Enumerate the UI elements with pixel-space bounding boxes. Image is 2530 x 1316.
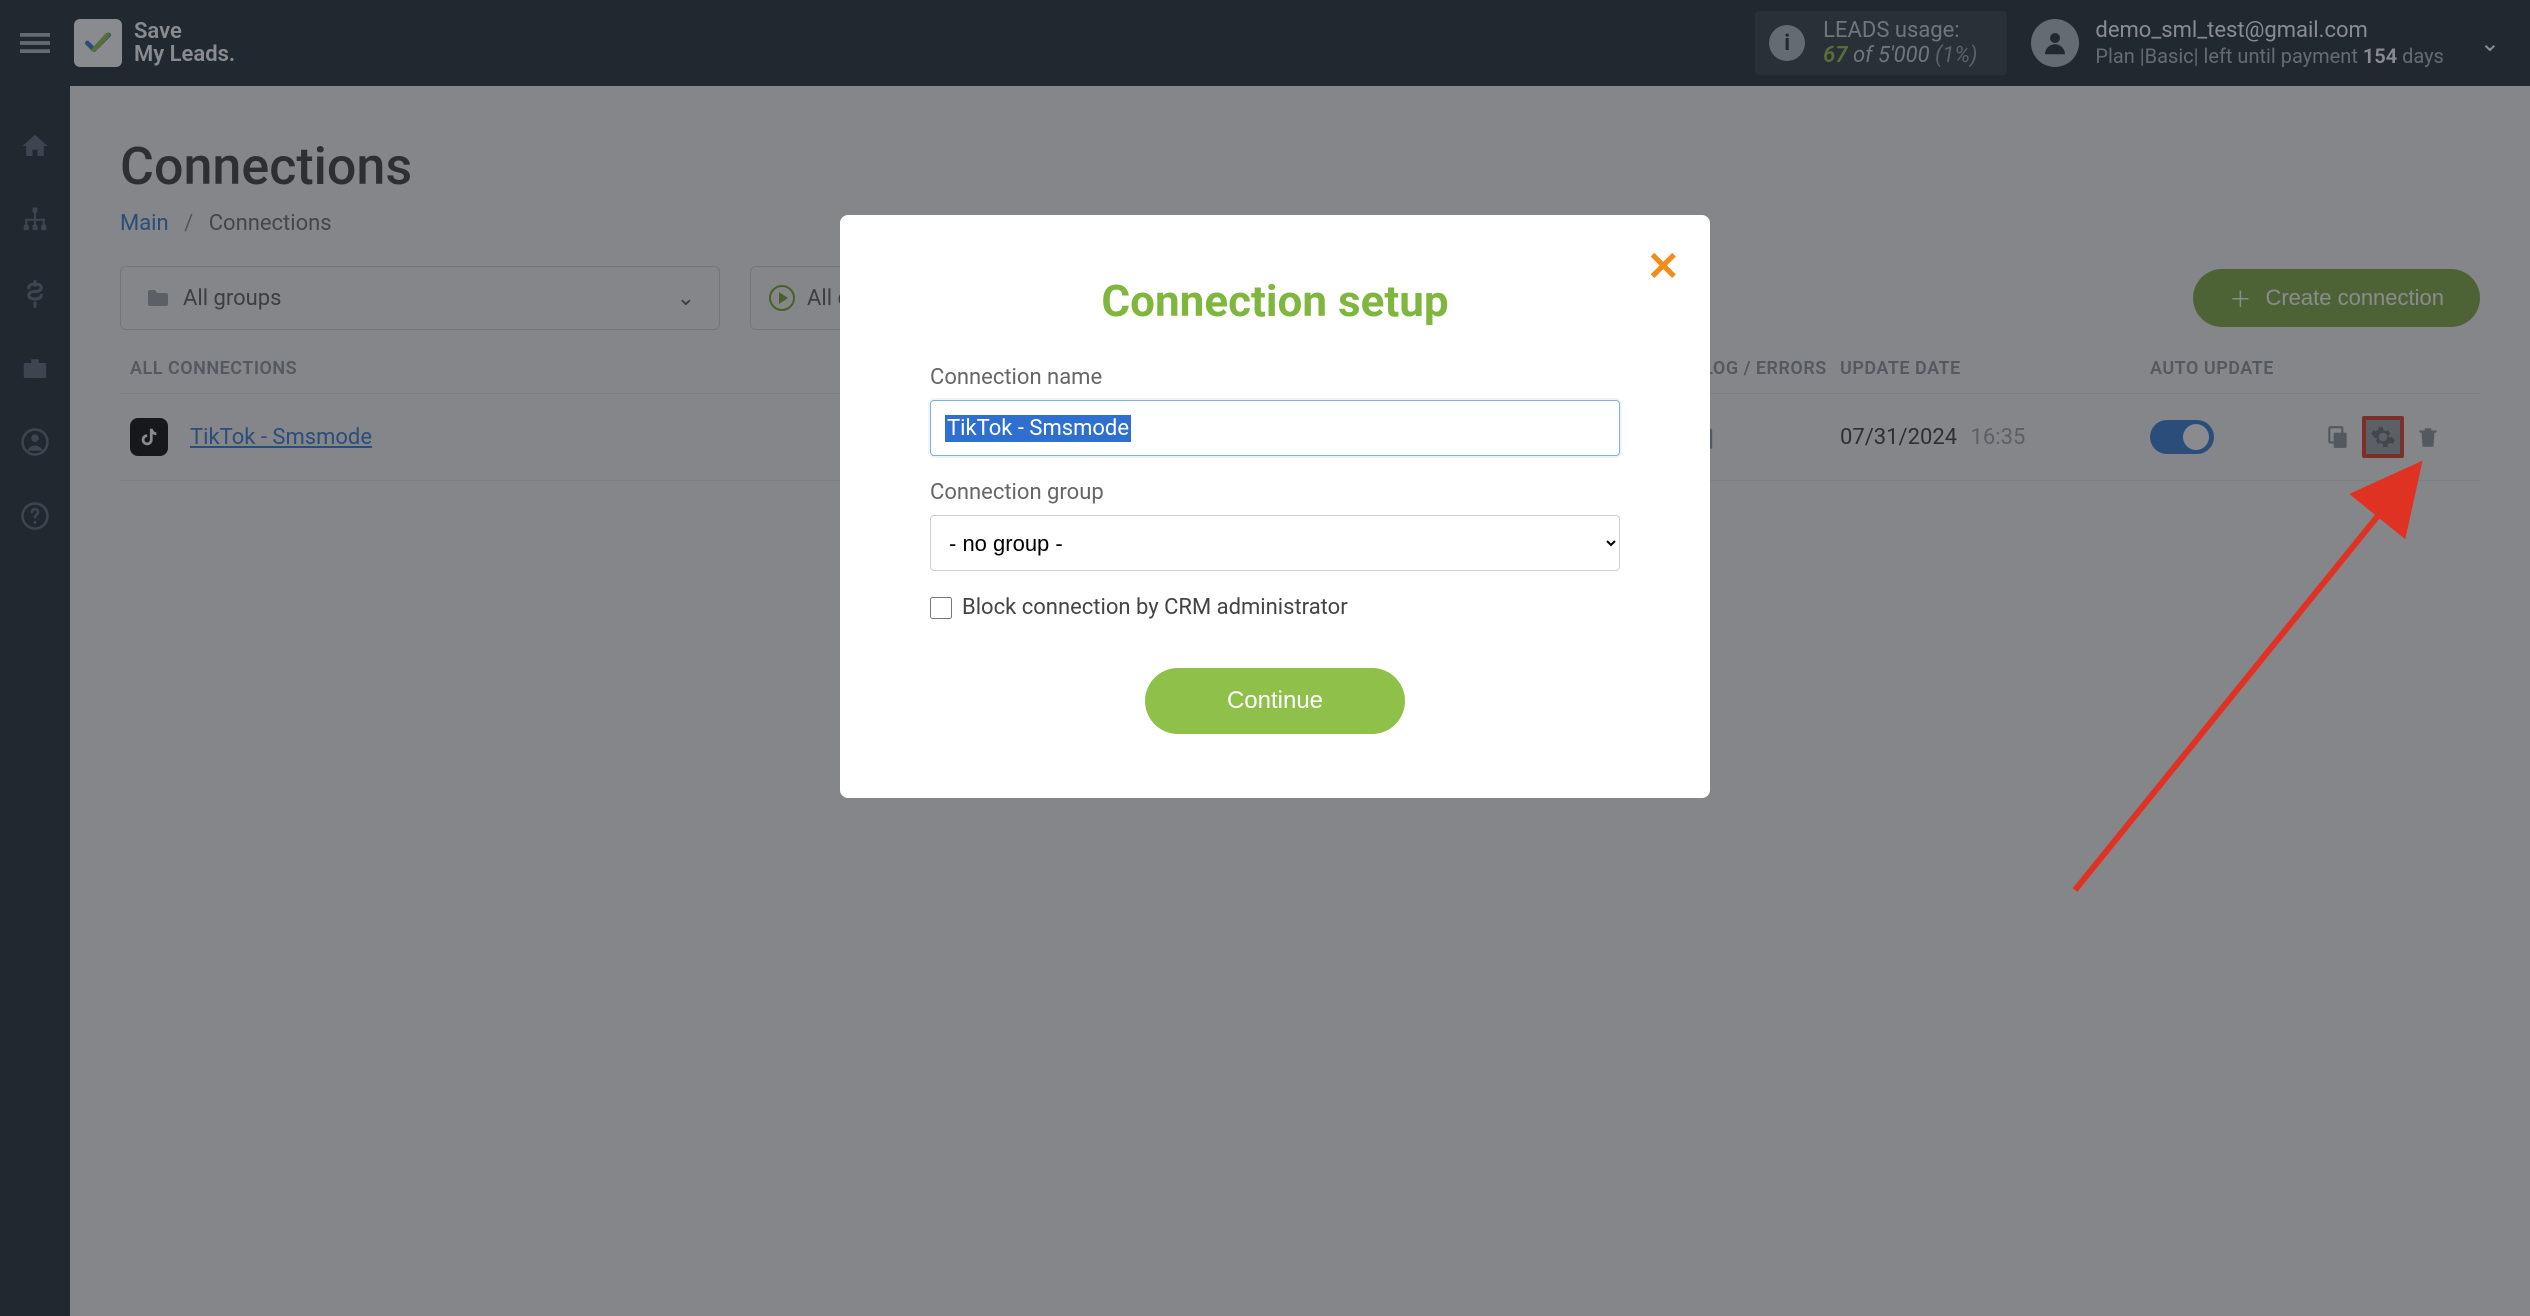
connection-name-label: Connection name — [930, 365, 1620, 390]
connection-group-select[interactable]: - no group - — [930, 515, 1620, 571]
continue-button[interactable]: Continue — [1145, 668, 1405, 734]
connection-group-label: Connection group — [930, 480, 1620, 505]
connection-setup-modal: ✕ Connection setup Connection name TikTo… — [840, 215, 1710, 798]
block-connection-label: Block connection by CRM administrator — [962, 595, 1348, 620]
connection-name-input[interactable]: TikTok - Smsmode — [930, 400, 1620, 456]
close-button[interactable]: ✕ — [1646, 243, 1680, 290]
modal-title: Connection setup — [930, 275, 1620, 327]
block-connection-checkbox[interactable] — [930, 597, 952, 619]
